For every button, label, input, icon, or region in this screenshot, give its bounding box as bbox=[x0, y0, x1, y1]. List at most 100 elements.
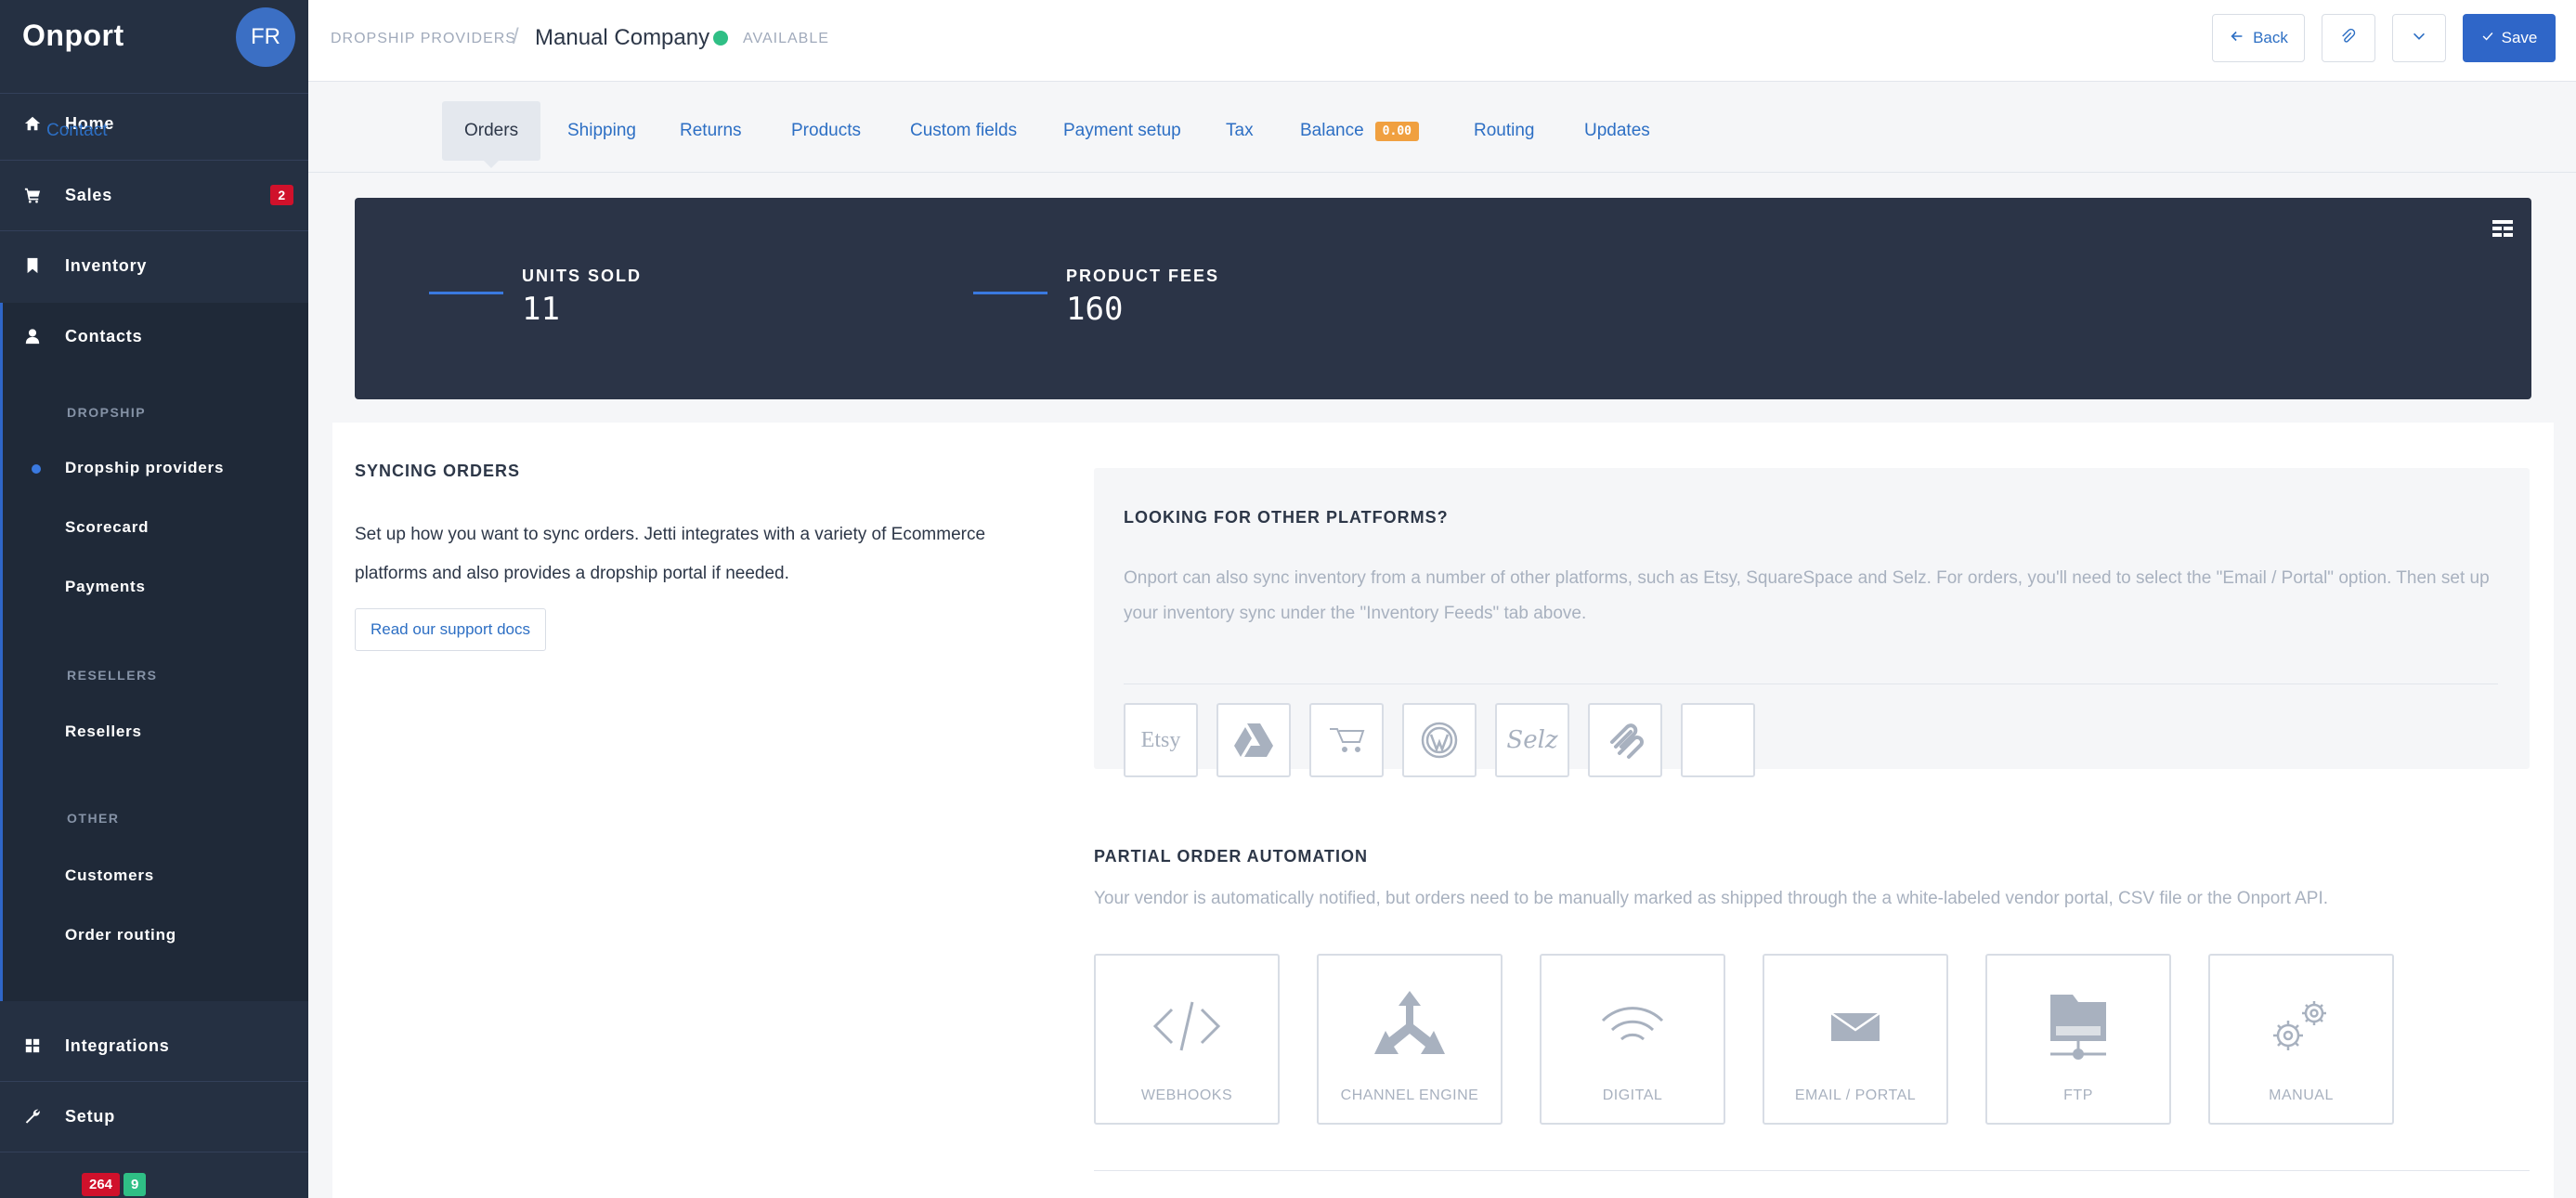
top-bar: DROPSHIP PROVIDERS / Manual Company AVAI… bbox=[308, 0, 2576, 82]
active-indicator-dot bbox=[32, 464, 41, 474]
stats-panel: UNITS SOLD 11 PRODUCT FEES 160 bbox=[355, 198, 2531, 399]
code-icon bbox=[1152, 1001, 1221, 1051]
sales-count-badge: 2 bbox=[270, 185, 293, 205]
tab-returns[interactable]: Returns bbox=[657, 101, 764, 161]
shopping-cart-icon[interactable] bbox=[1309, 703, 1384, 777]
sidebar-item-resellers[interactable]: Resellers bbox=[65, 723, 142, 741]
envelope-icon bbox=[1830, 1011, 1880, 1041]
tab-balance[interactable]: Balance 0.00 bbox=[1278, 101, 1441, 161]
paperclip-icon bbox=[2340, 28, 2357, 49]
sidebar-item-sales[interactable]: Sales 2 bbox=[0, 163, 308, 228]
tile-label: DIGITAL bbox=[1602, 1087, 1663, 1103]
tab-routing[interactable]: Routing bbox=[1451, 101, 1557, 161]
syncing-orders-description: Set up how you want to sync orders. Jett… bbox=[355, 525, 986, 583]
tab-custom-fields[interactable]: Custom fields bbox=[888, 101, 1039, 161]
syncing-orders-title: SYNCING ORDERS bbox=[355, 462, 521, 480]
sidebar-item-integrations[interactable]: Integrations bbox=[0, 1013, 308, 1078]
section-divider bbox=[1094, 1170, 2530, 1171]
tab-orders[interactable]: Orders bbox=[442, 101, 541, 168]
dropship-section-header: DROPSHIP bbox=[67, 405, 147, 420]
balance-badge: 0.00 bbox=[1374, 121, 1419, 141]
table-view-icon[interactable] bbox=[2492, 220, 2513, 237]
sidebar-item-setup[interactable]: Setup bbox=[0, 1084, 308, 1149]
tab-payment-setup[interactable]: Payment setup bbox=[1041, 101, 1203, 161]
breadcrumb-separator: / bbox=[513, 24, 519, 49]
support-docs-button[interactable]: Read our support docs bbox=[355, 608, 546, 651]
partial-automation-title: PARTIAL ORDER AUTOMATION bbox=[1094, 847, 1368, 866]
digital-tile[interactable]: DIGITAL bbox=[1540, 954, 1725, 1125]
wordpress-icon[interactable] bbox=[1402, 703, 1477, 777]
attach-button[interactable] bbox=[2322, 14, 2375, 62]
resellers-section-header: RESELLERS bbox=[67, 668, 158, 683]
product-fees-line bbox=[973, 292, 1047, 294]
channel-engine-tile[interactable]: CHANNEL ENGINE bbox=[1317, 954, 1503, 1125]
bookmark-icon bbox=[0, 257, 65, 274]
back-button[interactable]: Back bbox=[2212, 14, 2305, 62]
sidebar-item-contacts[interactable]: Contacts bbox=[0, 304, 308, 369]
sidebar-item-label: Inventory bbox=[65, 255, 148, 275]
sidebar-item-label: Setup bbox=[65, 1106, 116, 1126]
breadcrumb-parent[interactable]: DROPSHIP PROVIDERS bbox=[331, 31, 516, 47]
email-portal-tile[interactable]: EMAIL / PORTAL bbox=[1763, 954, 1948, 1125]
sidebar-item-inventory[interactable]: Inventory bbox=[0, 233, 308, 298]
avatar[interactable]: FR bbox=[236, 7, 295, 67]
tab-updates[interactable]: Updates bbox=[1562, 101, 1672, 161]
arrow-left-icon bbox=[2229, 28, 2245, 49]
sidebar-item-customers[interactable]: Customers bbox=[65, 866, 154, 885]
sidebar-item-label: Integrations bbox=[65, 1035, 170, 1055]
selz-label: Selz bbox=[1506, 726, 1558, 754]
wifi-icon bbox=[1601, 1007, 1664, 1041]
page-title: Manual Company bbox=[535, 25, 710, 50]
check-icon bbox=[2481, 29, 2494, 47]
sidebar-item-dropship-providers[interactable]: Dropship providers bbox=[65, 459, 224, 477]
sidebar-item-order-routing[interactable]: Order routing bbox=[65, 926, 176, 944]
manual-tile[interactable]: MANUAL bbox=[2208, 954, 2394, 1125]
tab-products[interactable]: Products bbox=[769, 101, 883, 161]
contacts-section: Contacts DROPSHIP Dropship providers Sco… bbox=[0, 303, 308, 1001]
sidebar-item-label: Sales bbox=[65, 185, 113, 204]
other-platforms-description: Onport can also sync inventory from a nu… bbox=[1124, 568, 2490, 623]
sidebar-item-label: Contacts bbox=[65, 326, 143, 345]
chevron-down-icon bbox=[2411, 28, 2427, 49]
empty-platform-slot[interactable] bbox=[1681, 703, 1755, 777]
wrench-icon bbox=[0, 1108, 65, 1125]
partial-automation-description: Your vendor is automatically notified, b… bbox=[1094, 889, 2329, 908]
webhooks-tile[interactable]: WEBHOOKS bbox=[1094, 954, 1280, 1125]
save-button-label: Save bbox=[2501, 29, 2538, 46]
notification-badges[interactable]: 264 9 bbox=[82, 1173, 147, 1196]
status-label: AVAILABLE bbox=[743, 31, 829, 46]
product-fees-label: PRODUCT FEES bbox=[1066, 267, 1220, 285]
tab-contact[interactable]: Contact bbox=[24, 101, 129, 161]
back-button-label: Back bbox=[2253, 29, 2288, 46]
other-platforms-title: LOOKING FOR OTHER PLATFORMS? bbox=[1124, 508, 1449, 527]
etsy-icon[interactable]: Etsy bbox=[1124, 703, 1198, 777]
platform-icons: Etsy Selz bbox=[1124, 703, 1755, 777]
sidebar-item-scorecard[interactable]: Scorecard bbox=[65, 518, 149, 537]
tab-shipping[interactable]: Shipping bbox=[545, 101, 658, 161]
status-dot bbox=[713, 31, 728, 46]
sidebar-divider bbox=[0, 1081, 308, 1082]
grid-icon bbox=[0, 1037, 65, 1054]
automation-options: WEBHOOKS CHANNEL ENGINE DIGITAL EMAIL / … bbox=[1094, 954, 2394, 1125]
green-count-badge: 9 bbox=[124, 1173, 147, 1196]
squarespace-icon[interactable] bbox=[1588, 703, 1662, 777]
more-options-button[interactable] bbox=[2392, 14, 2446, 62]
ftp-folder-icon bbox=[2050, 995, 2106, 1060]
tile-label: FTP bbox=[2063, 1087, 2093, 1103]
tab-tax[interactable]: Tax bbox=[1203, 101, 1276, 161]
other-section-header: OTHER bbox=[67, 811, 120, 826]
save-button[interactable]: Save bbox=[2463, 14, 2556, 62]
other-platforms-panel: LOOKING FOR OTHER PLATFORMS? Onport can … bbox=[1094, 468, 2530, 777]
ftp-tile[interactable]: FTP bbox=[1985, 954, 2171, 1125]
sidebar-item-payments[interactable]: Payments bbox=[65, 578, 146, 596]
tile-label: EMAIL / PORTAL bbox=[1794, 1087, 1917, 1103]
tab-balance-label: Balance bbox=[1300, 121, 1364, 140]
product-fees-value: 160 bbox=[1066, 291, 1124, 328]
units-sold-value: 11 bbox=[522, 291, 560, 328]
tab-bar: Contact Orders Shipping Returns Products… bbox=[46, 82, 2576, 173]
google-drive-icon[interactable] bbox=[1216, 703, 1291, 777]
tile-label: MANUAL bbox=[2269, 1087, 2334, 1103]
selz-icon[interactable]: Selz bbox=[1495, 703, 1569, 777]
brand-logo[interactable]: Onport bbox=[22, 19, 124, 53]
etsy-label: Etsy bbox=[1140, 727, 1181, 752]
